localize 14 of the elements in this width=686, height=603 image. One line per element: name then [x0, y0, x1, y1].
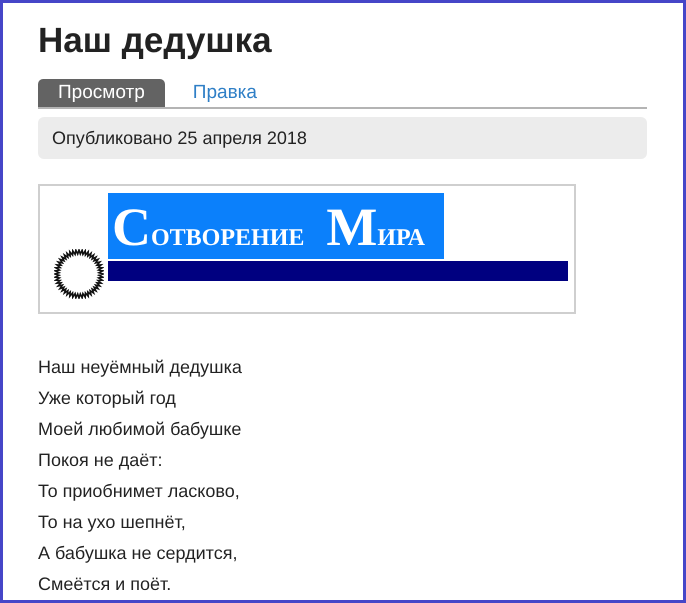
publish-date: Опубликовано 25 апреля 2018 — [52, 126, 307, 150]
tab[interactable]: Правка — [178, 79, 271, 107]
poem-line: Наш неуёмный дедушка — [38, 356, 243, 379]
poem-line: А бабушка не сердится, — [38, 542, 238, 565]
gear-icon — [54, 249, 104, 299]
logo-title: СОТВОРЕНИЕ МИРА — [108, 193, 444, 259]
page-title: Наш дедушка — [38, 20, 273, 62]
poem-line: Смеётся и поёт. — [38, 573, 172, 596]
poem-line: То приобнимет ласково, — [38, 480, 241, 503]
poem-line: Уже который год — [38, 387, 177, 410]
poem-line: Моей любимой бабушке — [38, 418, 242, 441]
poem-line: То на ухо шепнёт, — [38, 511, 187, 534]
tab[interactable]: Просмотр — [38, 79, 165, 107]
poem-line: Покоя не даёт: — [38, 449, 164, 472]
